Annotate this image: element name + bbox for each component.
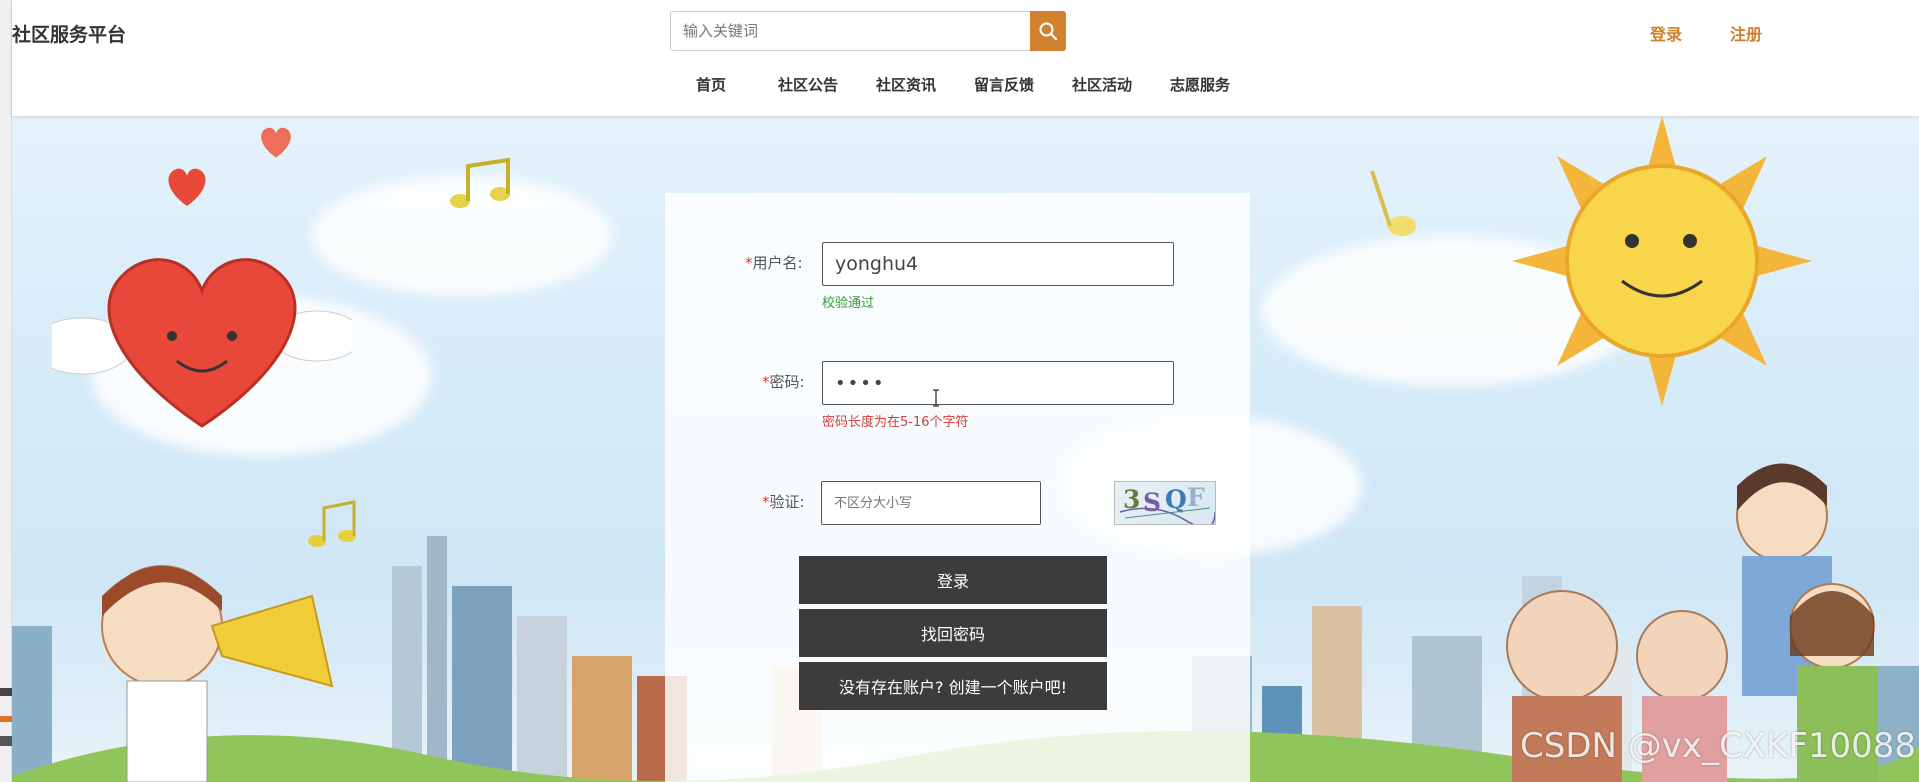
username-field [822,242,1174,286]
nav-activities[interactable]: 社区活动 [1072,74,1132,95]
password-hint: 密码长度为在5-16个字符 [822,415,969,430]
site-logo[interactable]: 社区服务平台 [12,20,126,47]
captcha-image[interactable]: 3 S Q F [1114,481,1216,525]
login-button[interactable]: 登录 [799,556,1107,604]
nav-feedback[interactable]: 留言反馈 [974,74,1034,95]
nav-announcements[interactable]: 社区公告 [778,74,838,95]
search-input[interactable] [671,12,1021,50]
main-nav: 首页 社区公告 社区资讯 留言反馈 社区活动 志愿服务 [12,74,1919,98]
left-edge-strip [0,0,12,782]
heart-illustration [52,258,352,428]
username-hint: 校验通过 [822,296,875,311]
nav-volunteer[interactable]: 志愿服务 [1170,74,1230,95]
site-header: 社区服务平台 登录 注册 首页 社区公告 社区资讯 留言反馈 社区活动 志愿服务 [12,0,1919,116]
search-box [670,11,1066,51]
music-note-icon [1370,170,1416,236]
password-input[interactable] [823,362,1173,404]
edge-tab [0,736,12,746]
register-link[interactable]: 注册 [1730,21,1762,45]
search-icon [1039,22,1058,41]
text-cursor-icon [933,389,939,407]
sun-illustration [1512,116,1812,406]
boy-trumpet-illustration [101,565,334,782]
small-heart-icon [168,168,206,206]
search-button[interactable] [1030,11,1066,51]
captcha-label: *验证: [762,493,805,511]
captcha-field [821,481,1041,525]
username-input[interactable] [823,243,1173,285]
password-label: *密码: [762,373,805,391]
edge-tab-accent [0,716,12,722]
captcha-input[interactable] [822,482,1040,524]
watermark-text: CSDN @vx_CXKF10088 [1520,726,1917,766]
login-link[interactable]: 登录 [1650,21,1682,45]
edge-tab [0,688,12,696]
username-label: *用户名: [745,254,803,272]
nav-home[interactable]: 首页 [696,74,726,95]
nav-news[interactable]: 社区资讯 [876,74,936,95]
password-field [822,361,1174,405]
create-account-button[interactable]: 没有存在账户? 创建一个账户吧! [799,662,1107,710]
small-heart-icon [261,127,291,158]
recover-password-button[interactable]: 找回密码 [799,609,1107,657]
music-note-icon [450,157,510,208]
